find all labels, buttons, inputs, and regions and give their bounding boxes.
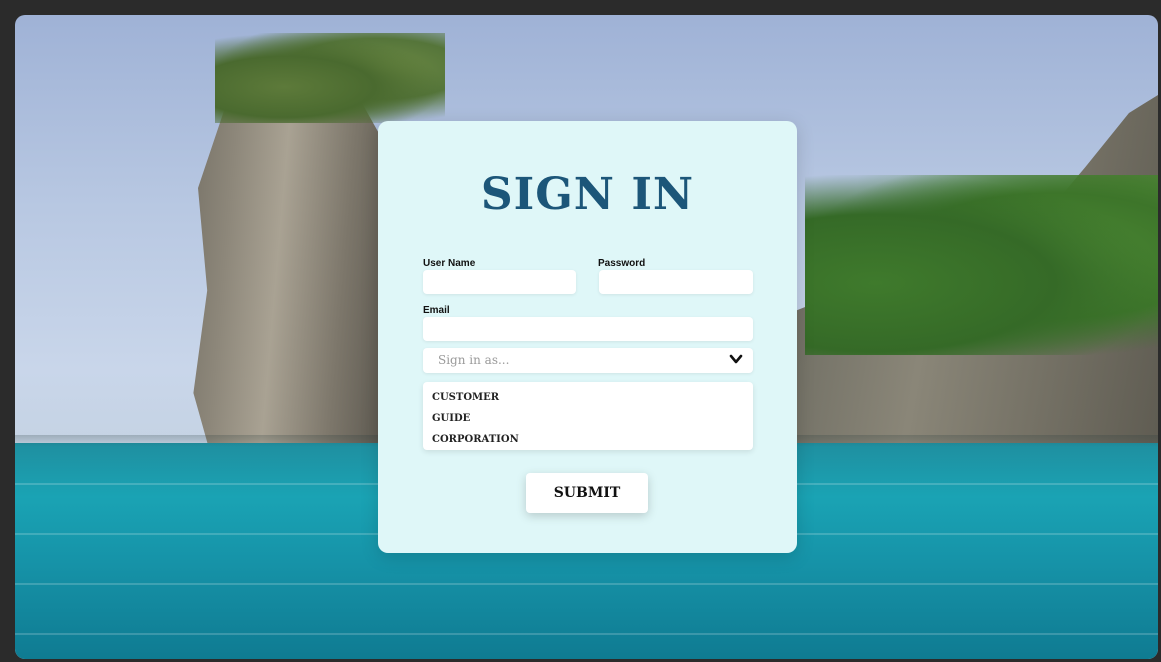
background-vegetation-left [215, 33, 445, 123]
role-options-list: CUSTOMER GUIDE CORPORATION [423, 382, 753, 450]
password-label: Password [598, 258, 646, 269]
sign-in-card: SIGN IN User Name Password Email Sign in… [378, 121, 797, 553]
role-select[interactable]: Sign in as... [423, 348, 753, 373]
email-label: Email [423, 305, 450, 316]
page-title: SIGN IN [480, 169, 695, 220]
role-option-guide[interactable]: GUIDE [432, 413, 470, 424]
background-cliff-left [193, 65, 405, 475]
username-input[interactable] [423, 270, 576, 294]
role-option-corporation[interactable]: CORPORATION [432, 434, 519, 445]
chevron-down-icon[interactable] [729, 352, 743, 366]
background-vegetation-right [805, 175, 1158, 355]
password-input[interactable] [599, 270, 753, 294]
email-input[interactable] [423, 317, 753, 341]
role-option-customer[interactable]: CUSTOMER [432, 392, 499, 403]
username-label: User Name [423, 258, 476, 269]
submit-button[interactable]: SUBMIT [526, 473, 648, 513]
role-select-placeholder: Sign in as... [438, 353, 510, 367]
